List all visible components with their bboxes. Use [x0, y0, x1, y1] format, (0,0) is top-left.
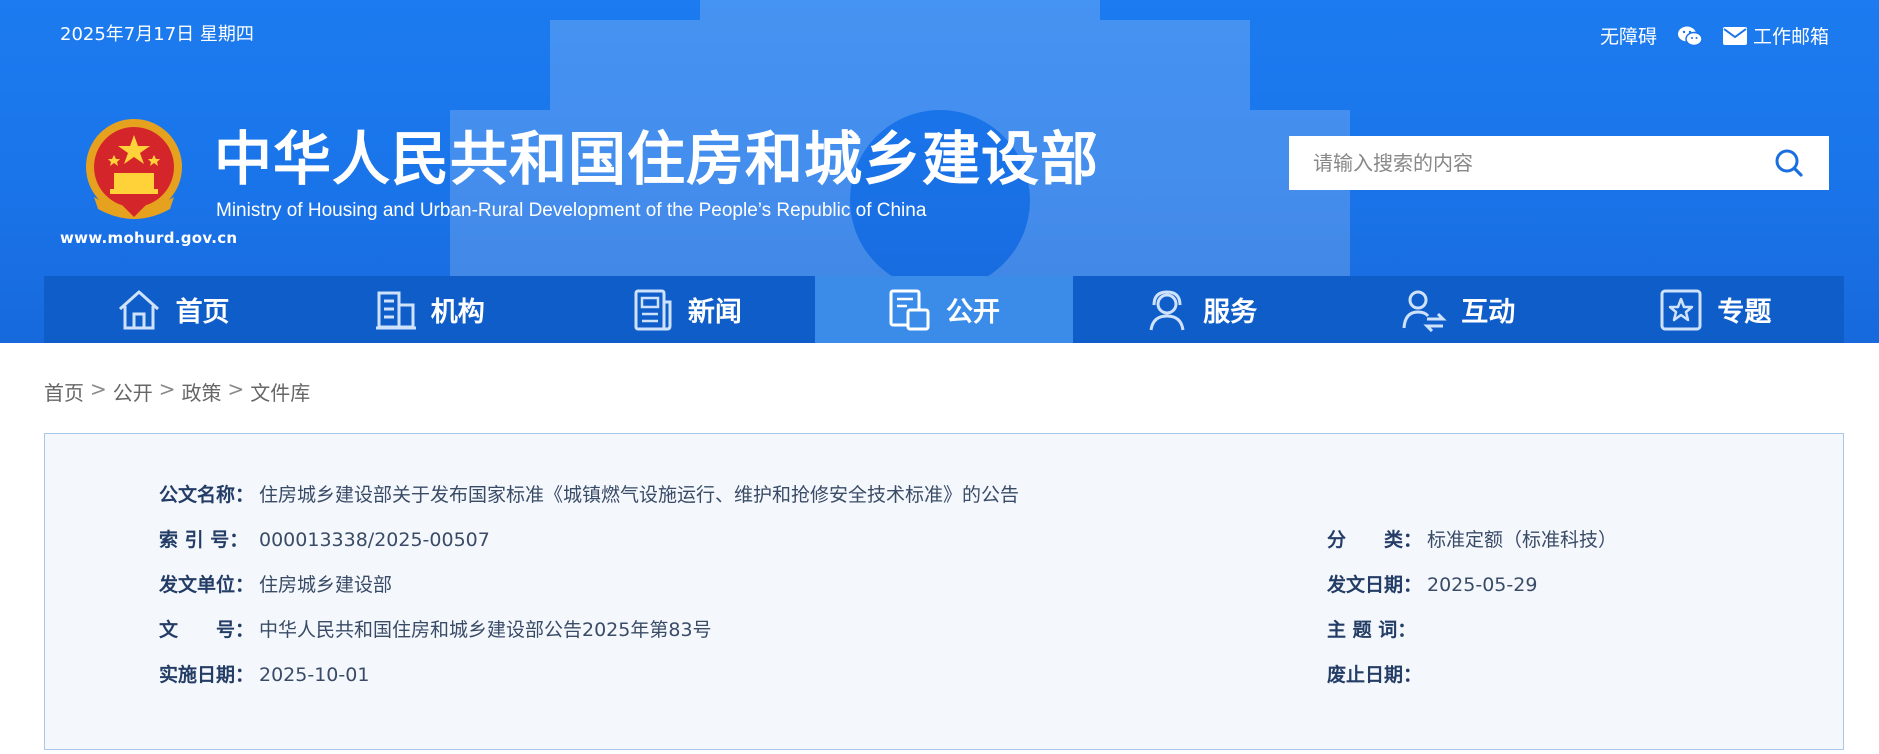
info-index-no: 索 引 号： 000013338/2025-00507 [159, 528, 490, 552]
info-abolish-date: 废止日期： [1327, 663, 1427, 687]
info-value: 标准定额（标准科技） [1427, 529, 1618, 551]
building-icon [375, 291, 416, 329]
info-label: 废止日期： [1327, 664, 1423, 686]
site-title-cn: 中华人民共和国住房和城乡建设部 [214, 125, 1100, 193]
nav-item-label: 首页 [175, 297, 230, 328]
nav-item-service[interactable]: 服务 [1073, 276, 1330, 343]
search-box [1289, 136, 1829, 190]
nav-item-news[interactable]: 新闻 [558, 276, 815, 343]
nav-item-label: 新闻 [687, 297, 742, 328]
accessibility-label: 无障碍 [1599, 26, 1657, 48]
info-label: 主 题 词： [1327, 619, 1417, 641]
nav-item-organization[interactable]: 机构 [301, 276, 558, 343]
site-title-en: Ministry of Housing and Urban-Rural Deve… [216, 200, 927, 221]
info-label: 公文名称： [159, 484, 255, 506]
info-category: 分 类： 标准定额（标准科技） [1327, 528, 1617, 552]
info-label: 分 类： [1327, 529, 1423, 551]
info-value: 中华人民共和国住房和城乡建设部公告2025年第83号 [259, 619, 712, 641]
work-mail-label: 工作邮箱 [1752, 26, 1829, 48]
info-effective-date: 实施日期： 2025-10-01 [159, 663, 369, 687]
interaction-icon [1402, 290, 1447, 332]
nav-item-public[interactable]: 公开 [815, 276, 1073, 343]
site-header: 2025年7月17日 星期四 无障碍 工作邮箱 www.mohurd.gov.c… [0, 0, 1879, 343]
search-button[interactable] [1749, 136, 1829, 190]
info-label: 发文单位： [159, 574, 255, 596]
info-value: 2025-05-29 [1427, 574, 1538, 596]
breadcrumb-public[interactable]: 公开 [113, 377, 153, 406]
info-label: 文 号： [159, 619, 255, 641]
info-keywords: 主 题 词： [1327, 618, 1427, 642]
nav-item-home[interactable]: 首页 [44, 276, 301, 343]
nav-item-label: 公开 [945, 297, 1000, 328]
info-issuer: 发文单位： 住房城乡建设部 [159, 573, 392, 597]
search-icon [1775, 149, 1803, 177]
nav-item-interaction[interactable]: 互动 [1330, 276, 1587, 343]
nav-item-label: 互动 [1461, 297, 1516, 328]
wechat-icon [1677, 26, 1703, 46]
breadcrumb-home[interactable]: 首页 [44, 377, 84, 406]
info-issue-date: 发文日期： 2025-05-29 [1327, 573, 1537, 597]
breadcrumb-separator: > [158, 377, 176, 401]
newspaper-icon [634, 289, 672, 330]
document-info-panel: 公文名称： 住房城乡建设部关于发布国家标准《城镇燃气设施运行、维护和抢修安全技术… [44, 433, 1844, 750]
work-mail-link[interactable]: 工作邮箱 [1722, 22, 1829, 49]
info-label: 索 引 号： [159, 529, 249, 551]
star-topic-icon [1660, 289, 1702, 330]
info-label: 发文日期： [1327, 574, 1423, 596]
breadcrumb-policy[interactable]: 政策 [182, 377, 222, 406]
nav-item-label: 服务 [1203, 297, 1258, 328]
breadcrumb-separator: > [227, 377, 245, 401]
main-nav: 首页 机构 新闻 公开 服务 互动 专题 [44, 276, 1844, 343]
service-agent-icon [1149, 289, 1185, 330]
top-links: 无障碍 工作邮箱 [1600, 22, 1829, 49]
current-date: 2025年7月17日 星期四 [60, 24, 254, 45]
info-doc-name: 公文名称： 住房城乡建设部关于发布国家标准《城镇燃气设施运行、维护和抢修安全技术… [159, 483, 1019, 507]
accessibility-link[interactable]: 无障碍 [1600, 22, 1657, 49]
home-icon [118, 290, 159, 329]
info-value: 住房城乡建设部 [259, 574, 393, 596]
info-doc-no: 文 号： 中华人民共和国住房和城乡建设部公告2025年第83号 [159, 618, 712, 642]
nav-item-label: 机构 [430, 297, 485, 328]
info-value: 000013338/2025-00507 [259, 529, 490, 551]
wechat-link[interactable] [1677, 25, 1703, 47]
search-input[interactable] [1289, 136, 1749, 190]
document-icon [889, 289, 930, 330]
breadcrumb: 首页 > 公开 > 政策 > 文件库 [44, 377, 310, 406]
national-emblem-icon [86, 119, 182, 219]
info-value: 2025-10-01 [259, 664, 370, 686]
nav-item-topics[interactable]: 专题 [1587, 276, 1844, 343]
breadcrumb-separator: > [90, 377, 107, 401]
breadcrumb-library[interactable]: 文件库 [250, 377, 310, 406]
site-domain: www.mohurd.gov.cn [60, 229, 238, 247]
mail-icon [1722, 26, 1747, 45]
nav-item-label: 专题 [1717, 297, 1772, 328]
info-value: 住房城乡建设部关于发布国家标准《城镇燃气设施运行、维护和抢修安全技术标准》的公告 [259, 484, 1020, 506]
info-label: 实施日期： [159, 664, 255, 686]
